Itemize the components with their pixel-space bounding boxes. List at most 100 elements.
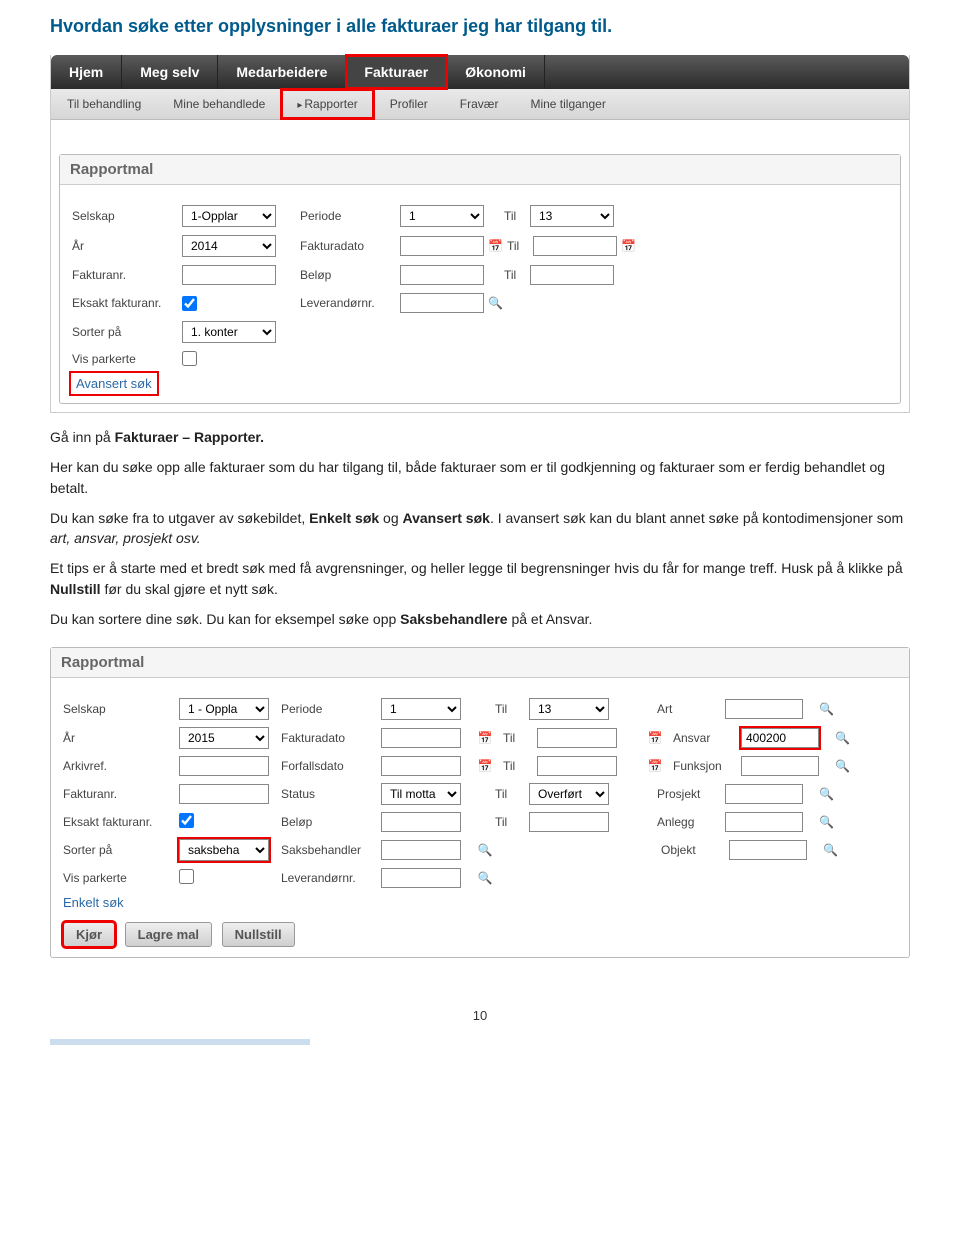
nav-fakturaer[interactable]: Fakturaer [346,55,447,89]
input-belop-from-2[interactable] [381,812,461,832]
calendar-icon[interactable]: 📅 [647,731,663,745]
input-fakturanr-2[interactable] [179,784,269,804]
calendar-icon[interactable]: 📅 [647,759,663,773]
nav-hjem[interactable]: Hjem [51,55,122,89]
label-parkerte-2: Vis parkerte [63,871,173,885]
input-fdato-from-2[interactable] [381,728,461,748]
label-fakturanr-2: Fakturanr. [63,787,173,801]
input-arkivref[interactable] [179,756,269,776]
select-selskap[interactable]: 1-Opplar [182,205,276,227]
label-selskap-2: Selskap [63,702,173,716]
select-periode-from-2[interactable]: 1 [381,698,461,720]
input-forfall-from[interactable] [381,756,461,776]
input-belop-to[interactable] [530,265,614,285]
select-ar[interactable]: 2014 [182,235,276,257]
checkbox-parkerte-2[interactable] [179,869,194,884]
input-belop-from[interactable] [400,265,484,285]
button-nullstill[interactable]: Nullstill [222,922,295,947]
footer-bar [50,1039,310,1045]
button-kjor[interactable]: Kjør [63,922,115,947]
label-forfall: Forfallsdato [281,759,375,773]
input-prosjekt[interactable] [725,784,803,804]
select-periode-from[interactable]: 1 [400,205,484,227]
input-anlegg[interactable] [725,812,803,832]
checkbox-eksakt-2[interactable] [179,813,194,828]
sub-rapporter[interactable]: ▸Rapporter [281,89,373,119]
select-periode-to[interactable]: 13 [530,205,614,227]
label-funksjon: Funksjon [673,759,735,773]
select-status-from[interactable]: Til motta [381,783,461,805]
label-ar: År [72,239,182,253]
nav-okonomi[interactable]: Økonomi [447,55,545,89]
input-forfall-to[interactable] [537,756,617,776]
label-sorter-2: Sorter på [63,843,173,857]
search-icon[interactable]: 🔍 [477,871,493,885]
select-sorter[interactable]: 1. konter [182,321,276,343]
input-levnr-2[interactable] [381,868,461,888]
label-til-2d: Til [495,787,523,801]
search-icon[interactable]: 🔍 [477,843,493,857]
sub-mine-behandlede[interactable]: Mine behandlede [157,89,281,119]
main-nav: Hjem Meg selv Medarbeidere Fakturaer Øko… [51,55,909,89]
page-title: Hvordan søke etter opplysninger i alle f… [50,16,910,37]
input-fakturadato-from[interactable] [400,236,484,256]
link-avansert-sok[interactable]: Avansert søk [72,374,156,393]
select-status-to[interactable]: Overført [529,783,609,805]
label-til-2a: Til [495,702,523,716]
search-icon[interactable]: 🔍 [819,787,834,801]
nav-meg-selv[interactable]: Meg selv [122,55,218,89]
search-icon[interactable]: 🔍 [823,843,838,857]
select-periode-to-2[interactable]: 13 [529,698,609,720]
label-parkerte: Vis parkerte [72,352,182,366]
input-fakturanr[interactable] [182,265,276,285]
paragraph-5: Du kan sortere dine søk. Du kan for ekse… [50,609,910,629]
label-levnr-2: Leverandørnr. [281,871,375,885]
input-ansvar[interactable] [741,728,819,748]
calendar-icon[interactable]: 📅 [477,759,493,773]
label-fakturadato-2: Fakturadato [281,731,375,745]
sub-til-behandling[interactable]: Til behandling [51,89,157,119]
sub-nav: Til behandling Mine behandlede ▸Rapporte… [51,89,909,120]
calendar-icon[interactable]: 📅 [488,239,503,253]
label-sorter: Sorter på [72,325,182,339]
select-selskap-2[interactable]: 1 - Oppla [179,698,269,720]
sub-mine-tilganger[interactable]: Mine tilganger [514,89,621,119]
select-sorter-2[interactable]: saksbeha [179,839,269,861]
paragraph-4: Et tips er å starte med et bredt søk med… [50,558,910,599]
input-art[interactable] [725,699,803,719]
label-belop: Beløp [300,268,400,282]
link-enkelt-sok[interactable]: Enkelt søk [63,895,124,910]
input-levnr[interactable] [400,293,484,313]
nav-medarbeidere[interactable]: Medarbeidere [218,55,346,89]
input-saksbeh[interactable] [381,840,461,860]
label-fakturanr: Fakturanr. [72,268,182,282]
label-status: Status [281,787,375,801]
label-til-2b: Til [503,731,531,745]
sub-rapporter-label: Rapporter [304,97,357,111]
search-icon[interactable]: 🔍 [819,815,834,829]
input-funksjon[interactable] [741,756,819,776]
paragraph-3: Du kan søke fra to utgaver av søkebildet… [50,508,910,549]
input-belop-to-2[interactable] [529,812,609,832]
label-eksakt-2: Eksakt fakturanr. [63,815,173,829]
select-ar-2[interactable]: 2015 [179,727,269,749]
paragraph-1: Gå inn på Fakturaer – Rapporter. [50,427,910,447]
calendar-icon[interactable]: 📅 [477,731,493,745]
search-icon[interactable]: 🔍 [488,296,503,310]
calendar-icon[interactable]: 📅 [621,239,636,253]
button-lagre-mal[interactable]: Lagre mal [125,922,212,947]
search-icon[interactable]: 🔍 [819,702,834,716]
input-fdato-to-2[interactable] [537,728,617,748]
search-icon[interactable]: 🔍 [835,759,850,773]
search-icon[interactable]: 🔍 [835,731,850,745]
screenshot-panel-1: Hjem Meg selv Medarbeidere Fakturaer Øko… [50,55,910,413]
input-fakturadato-to[interactable] [533,236,617,256]
label-periode: Periode [300,209,400,223]
checkbox-parkerte[interactable] [182,351,197,366]
sub-profiler[interactable]: Profiler [374,89,444,119]
sub-fravaer[interactable]: Fravær [444,89,515,119]
input-objekt[interactable] [729,840,807,860]
label-anlegg: Anlegg [657,815,719,829]
label-til-2c: Til [503,759,531,773]
checkbox-eksakt[interactable] [182,296,197,311]
